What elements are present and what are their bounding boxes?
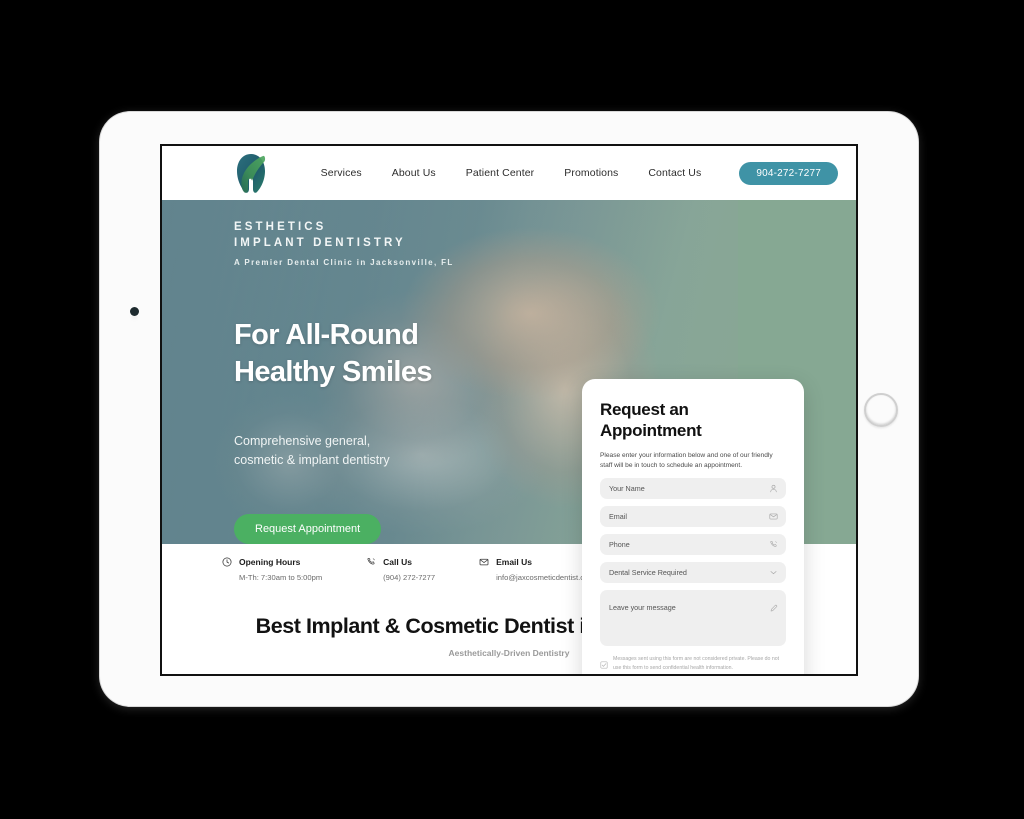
person-icon	[769, 480, 778, 498]
brand-tagline: A Premier Dental Clinic in Jacksonville,…	[234, 257, 454, 267]
message-textarea[interactable]: Leave your message	[600, 590, 786, 647]
nav-links: Services About Us Patient Center Promoti…	[321, 161, 838, 185]
name-field[interactable]: Your Name	[600, 478, 786, 500]
nav-item-patient-center[interactable]: Patient Center	[466, 167, 535, 179]
tablet-screen: Services About Us Patient Center Promoti…	[160, 144, 858, 676]
nav-item-about-us[interactable]: About Us	[392, 167, 436, 179]
phone-icon	[769, 536, 778, 554]
contact-item-email-us: Email Us info@jaxcosmeticdentist.com	[479, 552, 595, 582]
contact-item-call-us: Call Us (904) 272-7277	[366, 552, 435, 582]
contact-item-opening-hours: Opening Hours M-Th: 7:30am to 5:00pm	[222, 552, 322, 582]
envelope-icon	[769, 508, 778, 526]
message-placeholder: Leave your message	[609, 603, 676, 613]
appointment-form-card: Request an Appointment Please enter your…	[582, 379, 804, 674]
form-title-line1: Request an	[600, 400, 689, 419]
form-title-line2: Appointment	[600, 421, 702, 441]
service-select-placeholder: Dental Service Required	[609, 568, 687, 578]
tablet-device-frame: Services About Us Patient Center Promoti…	[100, 112, 918, 706]
phone-field-placeholder: Phone	[609, 540, 630, 550]
clock-icon	[222, 554, 232, 572]
site-navigation-bar: Services About Us Patient Center Promoti…	[162, 146, 856, 200]
brand-name-line2: IMPLANT DENTISTRY	[234, 236, 406, 249]
phone-field[interactable]: Phone	[600, 534, 786, 556]
front-camera-icon	[130, 307, 139, 316]
request-appointment-button[interactable]: Request Appointment	[234, 513, 382, 544]
tooth-leaf-logo-icon[interactable]	[228, 151, 274, 195]
email-field[interactable]: Email	[600, 506, 786, 528]
envelope-icon	[479, 554, 489, 572]
form-description: Please enter your information below and …	[600, 451, 773, 470]
contact-value-email-us: info@jaxcosmeticdentist.com	[496, 572, 595, 582]
nav-item-services[interactable]: Services	[321, 167, 362, 179]
chevron-down-icon	[769, 564, 778, 582]
contact-value-opening-hours: M-Th: 7:30am to 5:00pm	[239, 572, 323, 582]
contact-title-email-us: Email Us	[496, 557, 532, 568]
phone-icon	[366, 554, 376, 572]
contact-title-call-us: Call Us	[383, 557, 412, 568]
hero-headline-line1: For All-Round	[234, 318, 419, 351]
form-disclaimer-text: Messages sent using this form are not co…	[613, 656, 780, 671]
email-field-placeholder: Email	[609, 512, 627, 522]
service-select[interactable]: Dental Service Required	[600, 562, 786, 584]
contact-value-call-us: (904) 272-7277	[383, 572, 436, 582]
brand-name-line1: ESTHETICS	[234, 221, 327, 233]
nav-phone-button[interactable]: 904-272-7277	[739, 161, 838, 185]
name-field-placeholder: Your Name	[609, 484, 645, 494]
form-disclaimer: Messages sent using this form are not co…	[600, 655, 786, 674]
edit-icon	[769, 600, 778, 618]
nav-item-contact-us[interactable]: Contact Us	[648, 167, 701, 179]
form-title: Request an Appointment	[600, 399, 786, 442]
checkbox-icon[interactable]	[600, 656, 608, 674]
nav-item-promotions[interactable]: Promotions	[564, 167, 618, 179]
contact-title-opening-hours: Opening Hours	[239, 557, 301, 568]
home-button[interactable]	[864, 393, 898, 427]
